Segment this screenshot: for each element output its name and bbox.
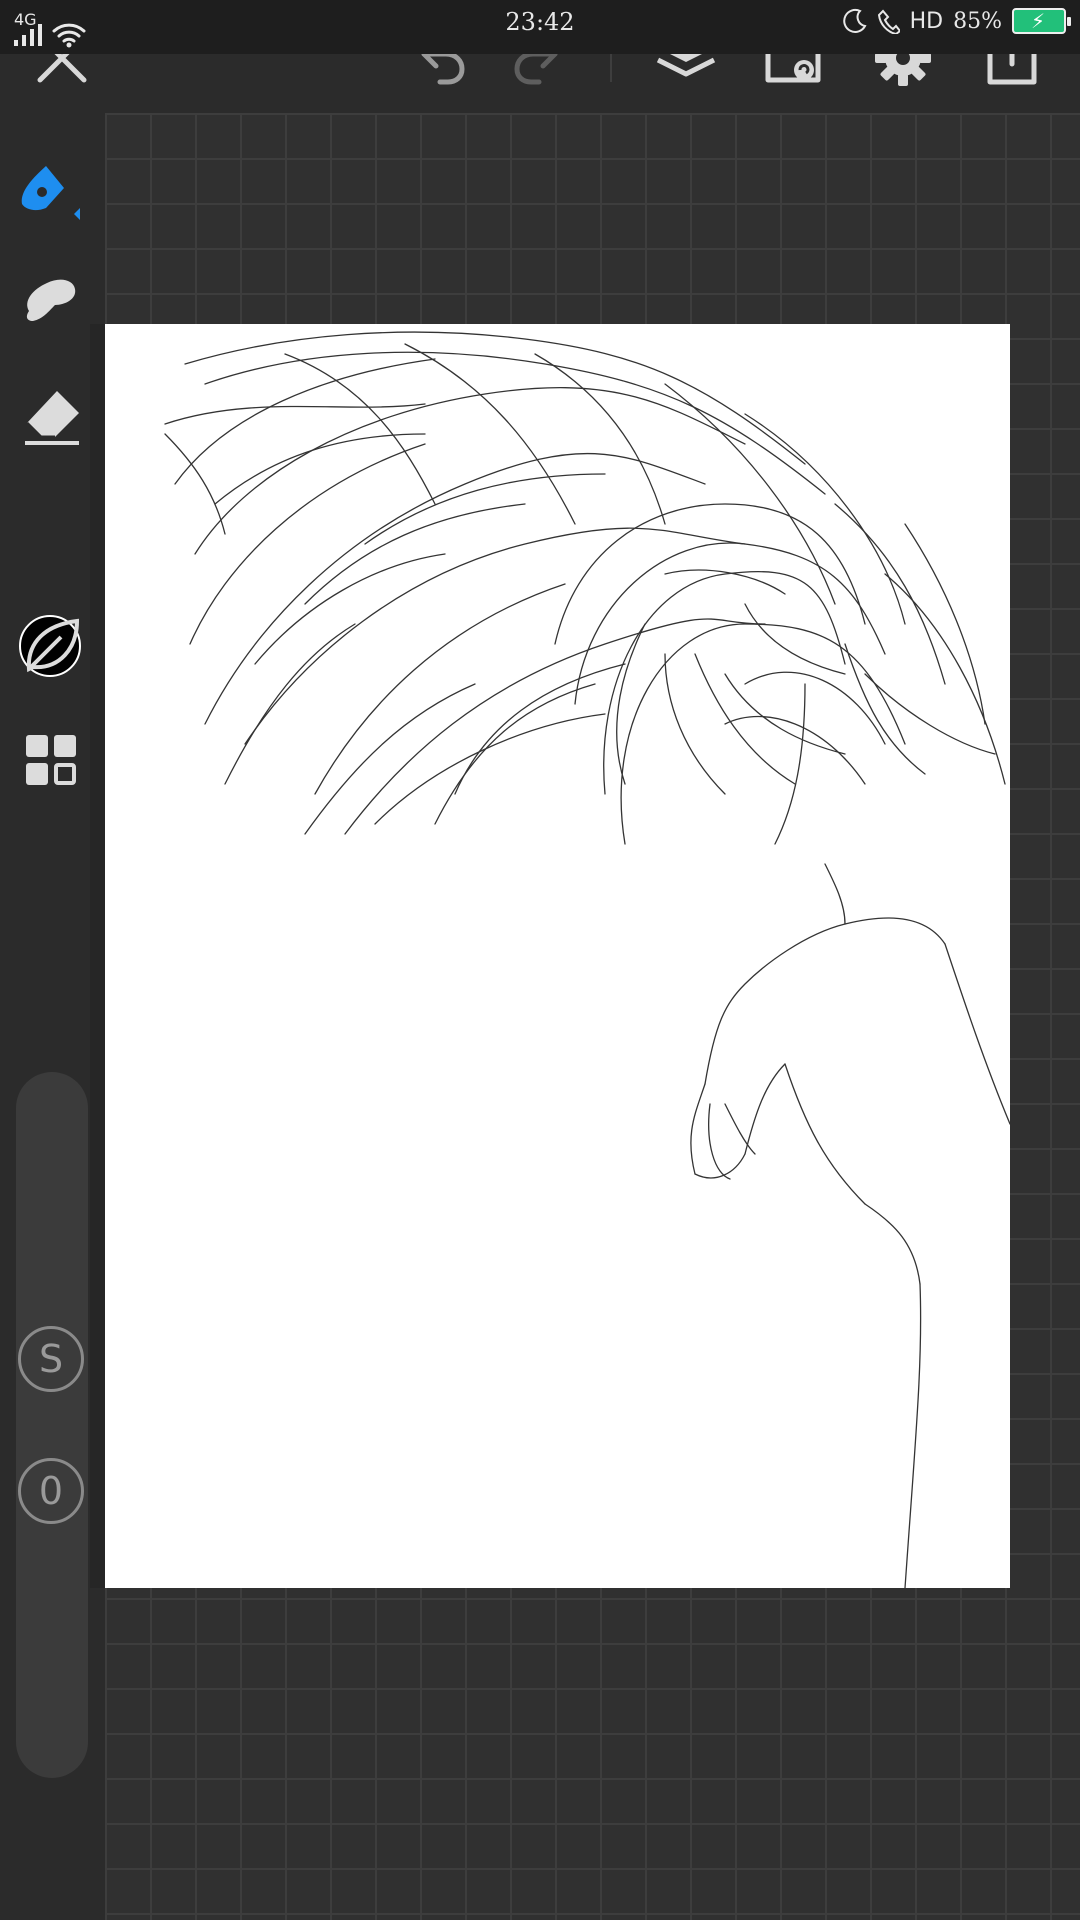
brush-slider-track[interactable] <box>16 1072 88 1778</box>
eraser-icon[interactable] <box>14 380 90 456</box>
call-icon <box>877 9 900 34</box>
status-right: HD 85% ⚡ <box>842 8 1071 34</box>
smudge-icon[interactable] <box>14 260 90 336</box>
opacity-label: 0 <box>38 1469 64 1513</box>
opacity-slider-handle[interactable]: 0 <box>18 1458 84 1524</box>
grid-icon[interactable] <box>14 723 90 799</box>
size-slider-handle[interactable]: S <box>18 1326 84 1392</box>
moon-icon <box>842 8 867 33</box>
leaf-icon[interactable] <box>14 608 90 684</box>
pen-icon[interactable] <box>14 158 90 234</box>
drawing-canvas[interactable] <box>105 324 1010 1588</box>
sketch-drawing <box>164 331 1010 1588</box>
hd-label: HD <box>909 8 944 34</box>
status-bar: 4G 23:42 HD 85% ⚡ <box>0 0 1080 54</box>
battery-percent: 85% <box>953 8 1002 34</box>
canvas-shadow <box>89 324 105 1588</box>
battery-icon: ⚡ <box>1012 8 1071 34</box>
size-label: S <box>38 1337 64 1381</box>
